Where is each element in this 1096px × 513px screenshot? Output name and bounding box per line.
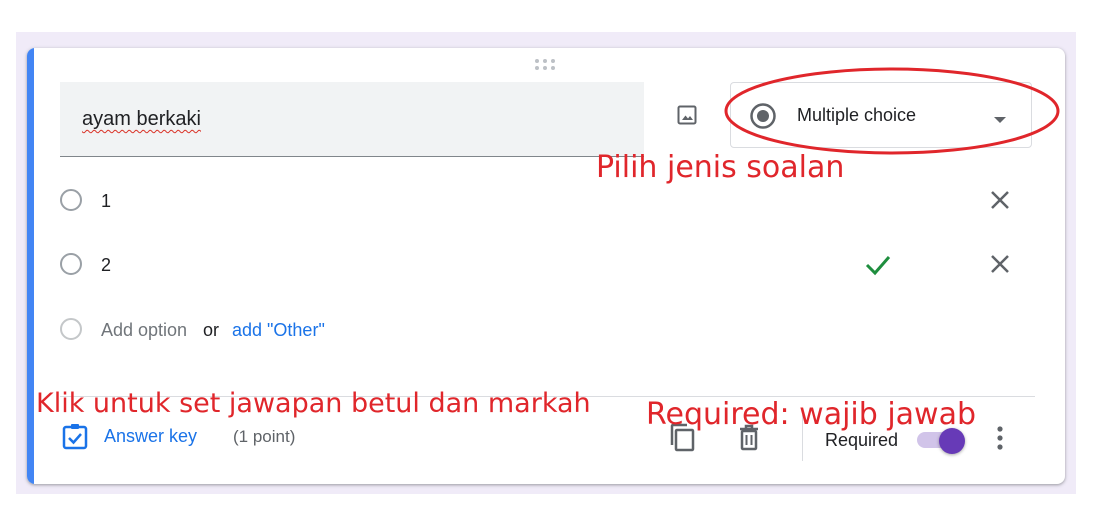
annotation-ellipse (724, 67, 1060, 155)
assignment-check-icon (61, 422, 89, 455)
points-label: (1 point) (233, 427, 296, 446)
option-radio[interactable] (60, 253, 82, 275)
option-label[interactable]: 1 (101, 191, 111, 212)
annotation-required-hint: Required: wajib jawab (646, 397, 977, 432)
add-other-link[interactable]: add "Other" (232, 320, 325, 341)
close-icon[interactable] (987, 187, 1013, 213)
annotation-answer-key-hint: Klik untuk set jawapan betul dan markah (36, 388, 591, 419)
add-option-button[interactable]: Add option (101, 320, 187, 341)
question-title-input[interactable]: ayam berkaki (60, 82, 644, 157)
annotation-type-hint: Pilih jenis soalan (596, 150, 845, 185)
close-icon[interactable] (987, 251, 1013, 277)
active-card-indicator (27, 48, 34, 484)
or-text: or (203, 320, 220, 340)
answer-key-label: Answer key (104, 426, 198, 446)
option-radio[interactable] (60, 189, 82, 211)
check-icon (864, 251, 892, 279)
image-icon[interactable] (670, 98, 704, 132)
add-option-row: Add option or add "Other" (60, 316, 1020, 346)
option-label[interactable]: 2 (101, 255, 111, 276)
question-title-text: ayam berkaki (82, 108, 201, 130)
more-vert-icon[interactable] (987, 423, 1013, 453)
option-radio (60, 318, 82, 340)
drag-handle-icon[interactable] (535, 59, 559, 73)
option-row-2: 2 (60, 251, 1020, 281)
required-label: Required (825, 430, 899, 450)
option-row-1: 1 (60, 187, 1020, 217)
